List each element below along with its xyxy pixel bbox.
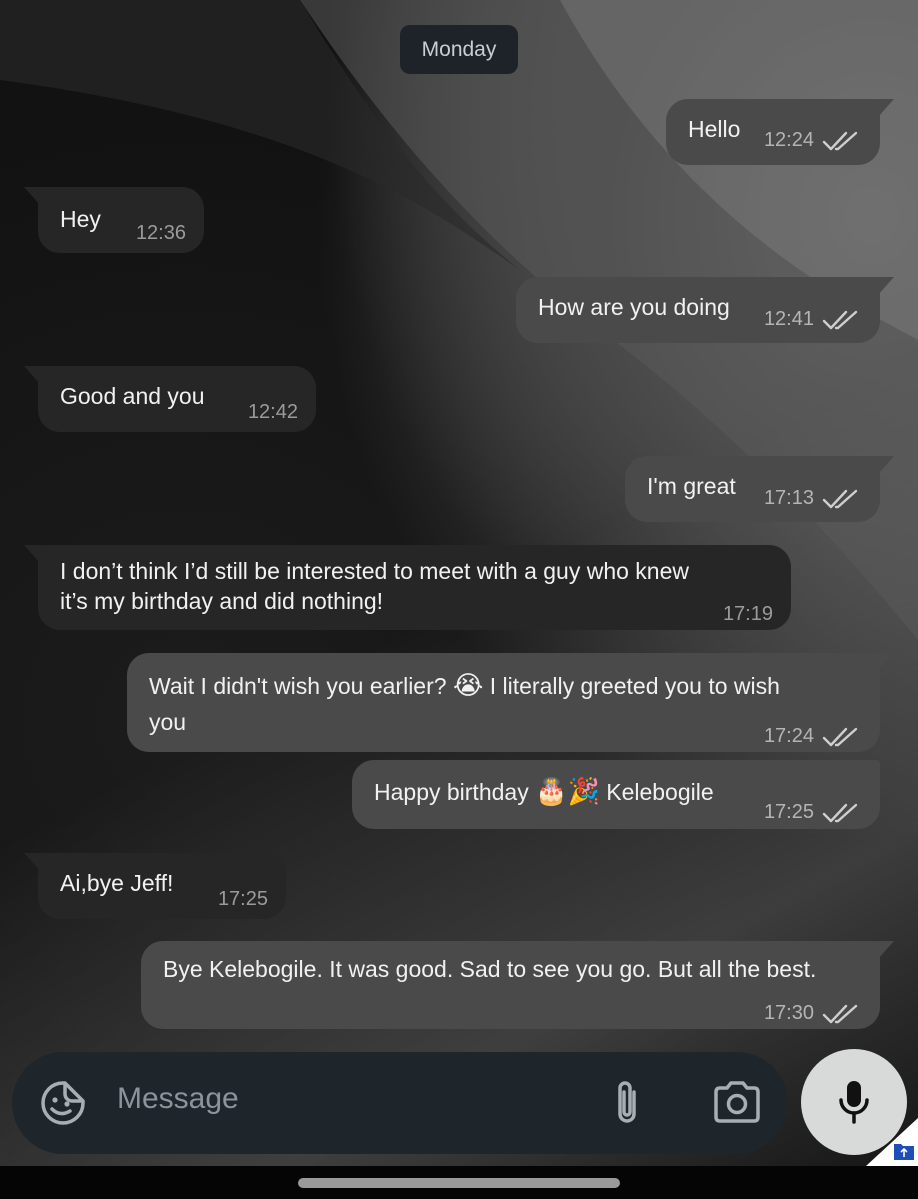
date-separator: Monday	[400, 25, 518, 74]
message-time: 17:24	[763, 725, 814, 747]
message-time: 17:25	[763, 801, 814, 823]
message-time: 17:19	[722, 603, 773, 625]
crying-emoji-icon: 😭	[452, 671, 484, 701]
message-text: Hey	[60, 206, 101, 232]
message-text: How are you doing	[538, 294, 730, 320]
double-check-icon	[822, 803, 858, 822]
message-time: 17:30	[763, 1002, 814, 1024]
message-time: 17:13	[763, 487, 814, 509]
birthday-cake-emoji-icon: 🎂	[535, 777, 568, 807]
system-navigation-bar	[0, 1166, 918, 1199]
home-gesture-handle[interactable]	[298, 1178, 620, 1188]
message-text: Hello	[688, 116, 741, 142]
message-outgoing[interactable]: I'm great 17:13	[625, 456, 894, 522]
double-check-icon	[822, 489, 858, 508]
folder-badge-icon	[866, 1118, 918, 1166]
message-text-line-2: you	[149, 709, 187, 735]
message-text: Bye Kelebogile. It was good. Sad to see …	[163, 956, 817, 982]
message-text-line-2: it’s my birthday and did nothing!	[60, 588, 384, 614]
double-check-icon	[822, 131, 858, 150]
message-incoming[interactable]: Hey 12:36	[24, 187, 204, 253]
sticker-icon[interactable]	[40, 1080, 86, 1126]
message-outgoing[interactable]: Wait I didn't wish you earlier? 😭 I lite…	[127, 653, 894, 752]
message-incoming[interactable]: Good and you 12:42	[24, 366, 316, 432]
message-time: 12:41	[763, 308, 814, 330]
message-composer: Message	[12, 1052, 788, 1154]
message-time: 12:24	[763, 129, 814, 151]
message-input[interactable]: Message	[117, 1082, 239, 1116]
double-check-icon	[822, 310, 858, 329]
double-check-icon	[822, 1004, 858, 1023]
camera-icon[interactable]	[712, 1080, 762, 1124]
message-text-line-1: Wait I didn't wish you earlier? 😭 I lite…	[149, 671, 780, 701]
paperclip-icon[interactable]	[608, 1078, 646, 1128]
party-popper-emoji-icon: 🎉	[567, 777, 600, 807]
message-time: 12:42	[247, 401, 298, 423]
message-text: I'm great	[647, 473, 736, 499]
message-outgoing[interactable]: Happy birthday 🎂🎉 Kelebogile 17:25	[352, 760, 880, 829]
double-check-icon	[822, 727, 858, 746]
message-time: 17:25	[217, 888, 268, 910]
message-text: Good and you	[60, 383, 205, 409]
message-outgoing[interactable]: Hello 12:24	[666, 99, 894, 165]
message-outgoing[interactable]: Bye Kelebogile. It was good. Sad to see …	[141, 941, 894, 1029]
message-outgoing[interactable]: How are you doing 12:41	[516, 277, 894, 343]
message-incoming[interactable]: I don’t think I’d still be interested to…	[24, 545, 791, 630]
message-text-line-1: I don’t think I’d still be interested to…	[60, 558, 689, 584]
message-text: Ai,bye Jeff!	[60, 870, 174, 896]
message-text: Happy birthday 🎂🎉 Kelebogile	[374, 777, 714, 807]
message-incoming[interactable]: Ai,bye Jeff! 17:25	[24, 853, 286, 919]
message-time: 12:36	[135, 222, 186, 244]
